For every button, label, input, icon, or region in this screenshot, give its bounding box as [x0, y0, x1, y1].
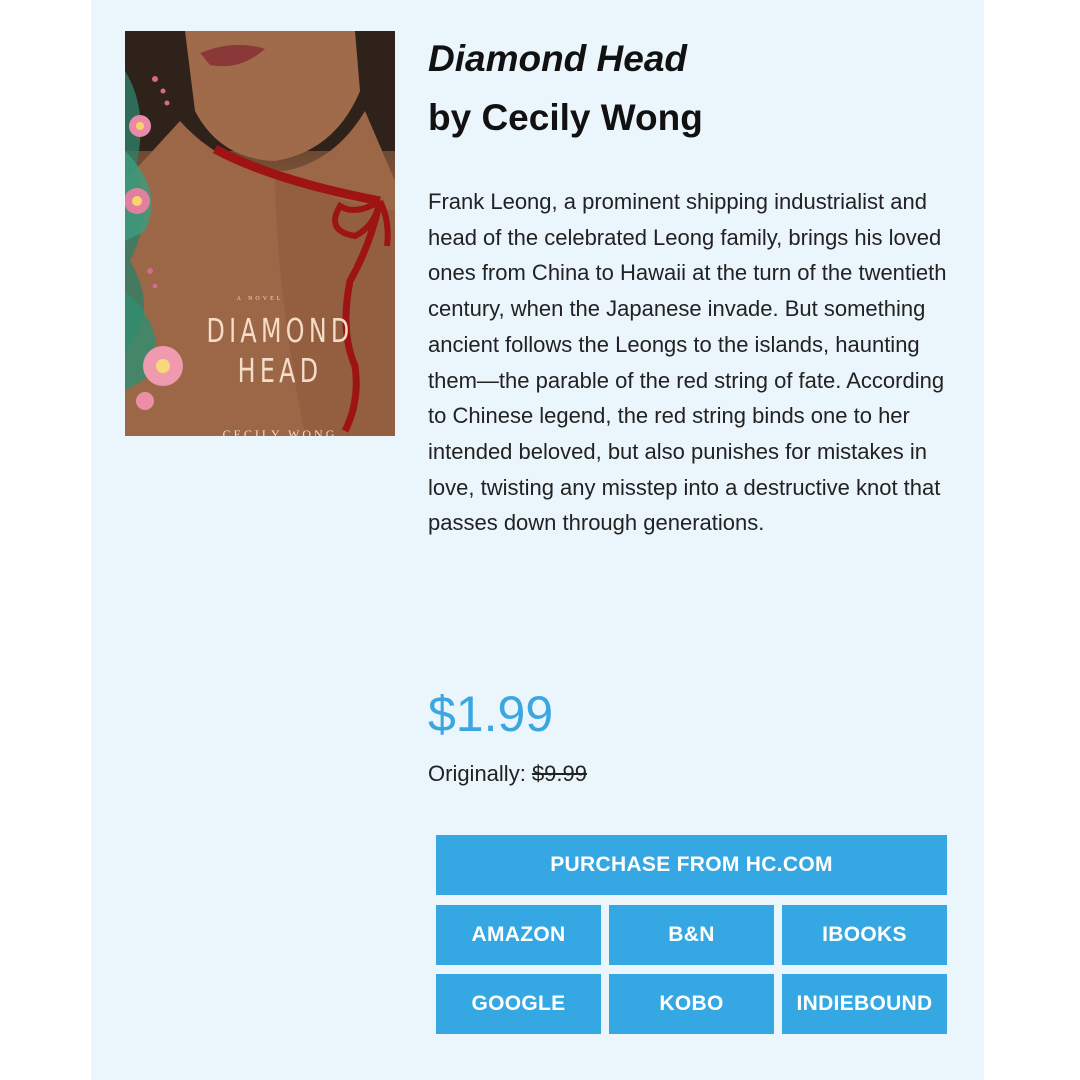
kobo-button[interactable]: KOBO	[609, 974, 774, 1034]
original-price-label: Originally:	[428, 761, 526, 786]
cover-novel-label: A NOVEL	[236, 296, 284, 302]
purchase-hc-button[interactable]: PURCHASE FROM HC.COM	[436, 835, 947, 895]
barnes-noble-button[interactable]: B&N	[609, 905, 774, 965]
book-author: by Cecily Wong	[428, 97, 703, 138]
cover-title-line-2: HEAD	[237, 351, 323, 390]
ibooks-button[interactable]: IBOOKS	[782, 905, 947, 965]
indiebound-button[interactable]: INDIEBOUND	[782, 974, 947, 1034]
cover-title-line-1: DIAMOND	[206, 311, 354, 350]
book-cover-image[interactable]: A NOVEL DIAMOND HEAD CECILY WONG	[125, 31, 395, 436]
original-price: $9.99	[531, 761, 587, 786]
book-title: Diamond Head	[428, 38, 688, 79]
google-button[interactable]: GOOGLE	[436, 974, 601, 1034]
book-description: Frank Leong, a prominent shipping indust…	[428, 189, 947, 536]
cover-author: CECILY WONG	[222, 427, 338, 436]
amazon-button[interactable]: AMAZON	[436, 905, 601, 965]
original-price-line: Originally: $9.99	[428, 760, 587, 788]
sale-price: $1.99	[428, 686, 554, 742]
cover-title: DIAMOND HEAD	[197, 311, 363, 391]
